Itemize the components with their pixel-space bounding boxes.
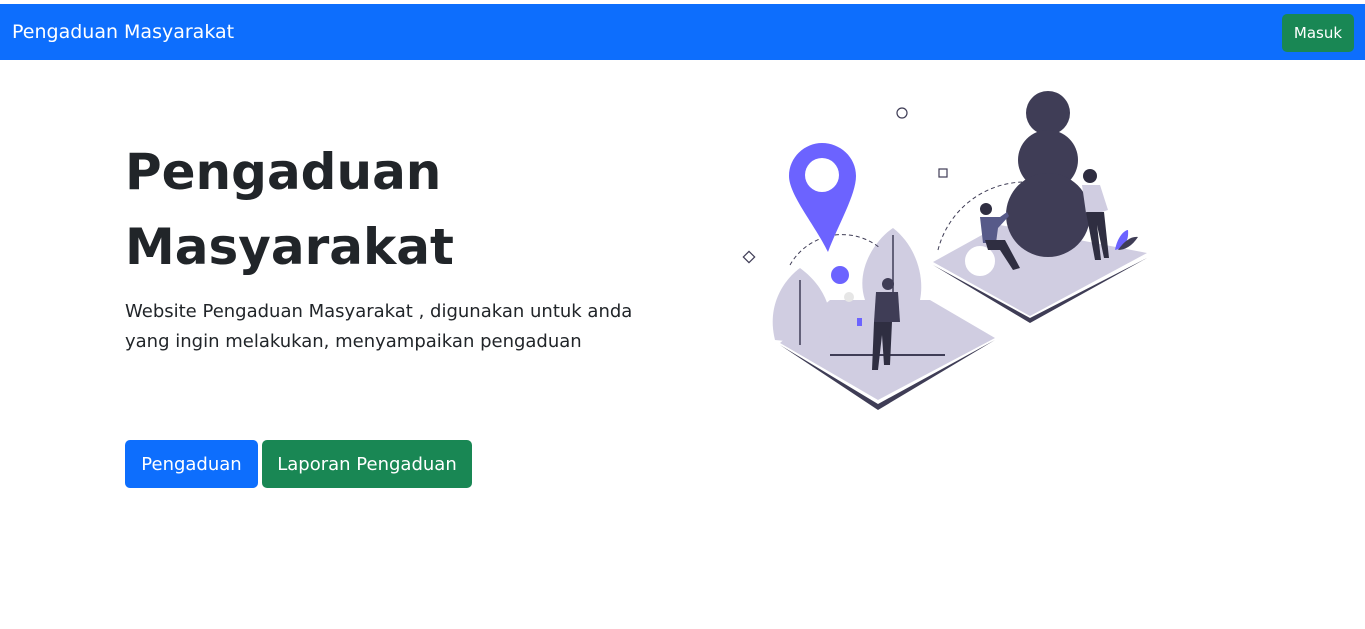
snowman-shape bbox=[1006, 91, 1090, 257]
square-decoration bbox=[938, 168, 948, 178]
circle-decoration bbox=[896, 107, 908, 119]
hero-illustration bbox=[742, 91, 1147, 410]
diamond-decoration bbox=[742, 250, 756, 264]
